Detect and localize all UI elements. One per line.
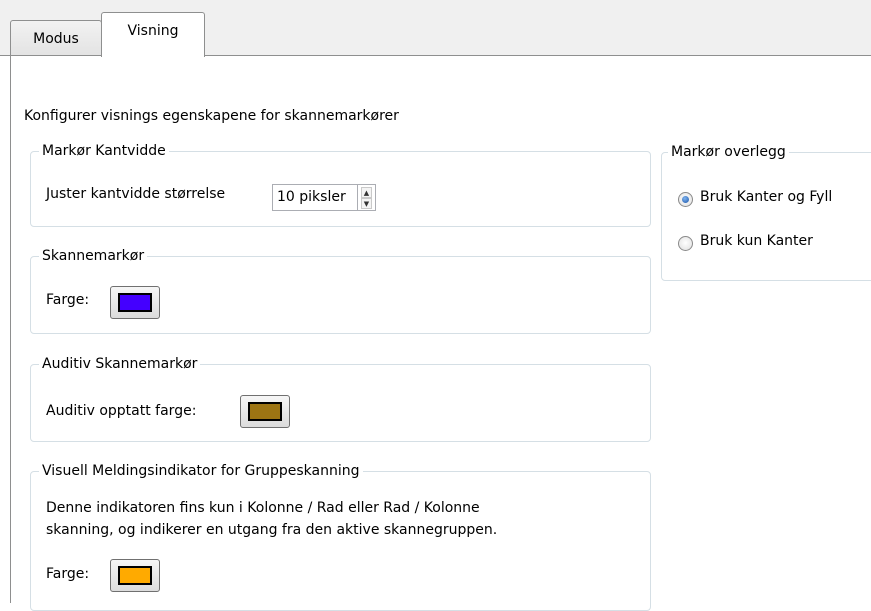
overlay-option-fill-radio[interactable] <box>678 192 693 207</box>
border-width-spinner[interactable]: ▲ ▼ <box>358 184 376 211</box>
border-width-input[interactable]: 10 piksler <box>272 184 358 211</box>
border-width-label: Juster kantvidde størrelse <box>46 186 226 202</box>
group-indicator-color-swatch <box>118 566 152 585</box>
spin-down-icon[interactable]: ▼ <box>361 198 372 209</box>
scan-marker-color-button[interactable] <box>110 286 160 319</box>
auditory-color-button[interactable] <box>240 395 290 428</box>
scan-marker-legend: Skannemarkør <box>39 246 148 266</box>
group-indicator-legend: Visuell Meldingsindikator for Gruppeskan… <box>39 461 363 481</box>
overlay-option-borders-radio[interactable] <box>678 236 693 251</box>
spin-up-icon[interactable]: ▲ <box>361 187 372 198</box>
overlay-option-fill-label[interactable]: Bruk Kanter og Fyll <box>700 189 832 205</box>
auditory-marker-legend: Auditiv Skannemarkør <box>39 354 201 374</box>
tab-modus[interactable]: Modus <box>10 20 102 56</box>
radio-selected-dot <box>682 196 689 203</box>
intro-text: Konfigurer visnings egenskapene for skan… <box>24 108 399 124</box>
scan-marker-color-label: Farge: <box>46 292 90 308</box>
tab-visning[interactable]: Visning <box>101 12 205 57</box>
tab-panel-border-left <box>10 55 11 603</box>
auditory-color-swatch <box>248 402 282 421</box>
overlay-legend: Markør overlegg <box>668 142 789 162</box>
border-width-legend: Markør Kantvidde <box>39 141 169 161</box>
scan-marker-color-swatch <box>118 293 152 312</box>
overlay-option-borders-label[interactable]: Bruk kun Kanter <box>700 233 813 249</box>
group-indicator-description-line2: skanning, og indikerer en utgang fra den… <box>46 522 498 538</box>
auditory-color-label: Auditiv opptatt farge: <box>46 403 197 419</box>
group-indicator-color-button[interactable] <box>110 559 160 592</box>
overlay-group: Markør overlegg <box>661 142 871 281</box>
group-indicator-description-line1: Denne indikatoren fins kun i Kolonne / R… <box>46 500 480 516</box>
group-indicator-color-label: Farge: <box>46 566 90 582</box>
